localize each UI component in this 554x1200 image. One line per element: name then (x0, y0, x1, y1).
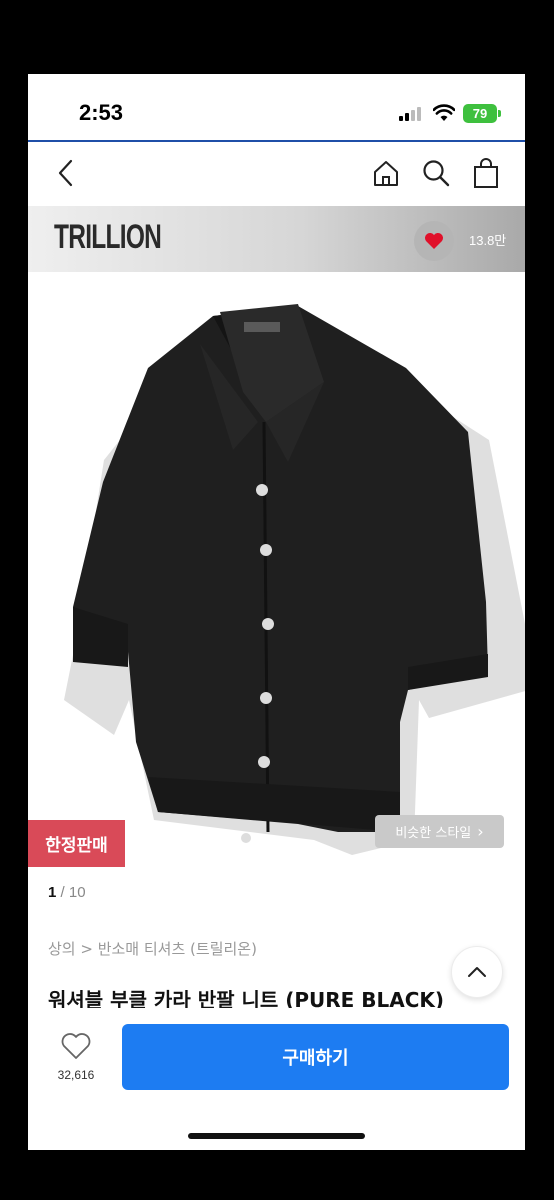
search-button[interactable] (418, 154, 454, 192)
buy-button[interactable]: 구매하기 (122, 1024, 509, 1090)
similar-style-label: 비슷한 스타일 (395, 826, 472, 841)
scroll-top-button[interactable] (451, 946, 503, 998)
chevron-up-icon (468, 967, 486, 977)
bottom-action-bar: 32,616 구매하기 (28, 1008, 525, 1150)
similar-style-button[interactable]: 비슷한 스타일 › (375, 815, 504, 848)
chevron-right-icon: › (477, 822, 484, 841)
battery-tip (498, 110, 501, 117)
back-button[interactable] (48, 154, 84, 192)
home-button[interactable] (368, 154, 404, 192)
product-image[interactable]: 한정판매 비슷한 스타일 › (28, 272, 525, 872)
battery-indicator: 79 (463, 104, 497, 123)
breadcrumb[interactable]: 상의 > 반소매 티셔츠 (트릴리온) (48, 938, 257, 959)
status-time: 2:53 (79, 100, 124, 125)
brand-like-count: 13.8만 (469, 233, 507, 248)
signal-icon (399, 107, 425, 121)
brand-like-button[interactable] (414, 221, 454, 261)
brand-banner[interactable]: TRILLION 13.8만 (28, 206, 525, 272)
home-indicator (188, 1133, 365, 1139)
brand-logo: TRILLION (54, 218, 162, 256)
wishlist-count: 32,616 (57, 1068, 95, 1082)
top-nav (28, 142, 525, 206)
knit-shirt-image (64, 304, 525, 855)
phone-screen: 2:53 79 TRILLION 13.8만 한정판매 비슷한 스타일 › 1 … (28, 74, 525, 1150)
chevron-left-icon (58, 159, 73, 187)
status-bar: 2:53 79 (28, 74, 525, 140)
cart-button[interactable] (468, 154, 504, 192)
limited-sale-badge: 한정판매 (28, 820, 125, 867)
image-pager: 1 / 10 (48, 884, 86, 901)
shopping-bag-icon (474, 158, 498, 188)
pager-separator: / (56, 884, 69, 901)
wishlist-button[interactable]: 32,616 (50, 1032, 102, 1092)
pager-total: 10 (68, 884, 86, 901)
heart-icon (425, 233, 443, 249)
wifi-icon (432, 104, 456, 122)
heart-outline-icon (61, 1033, 91, 1059)
search-icon (423, 160, 450, 187)
home-icon (374, 161, 398, 186)
product-title: 워셔블 부클 카라 반팔 니트 (PURE BLACK) (48, 988, 445, 1008)
